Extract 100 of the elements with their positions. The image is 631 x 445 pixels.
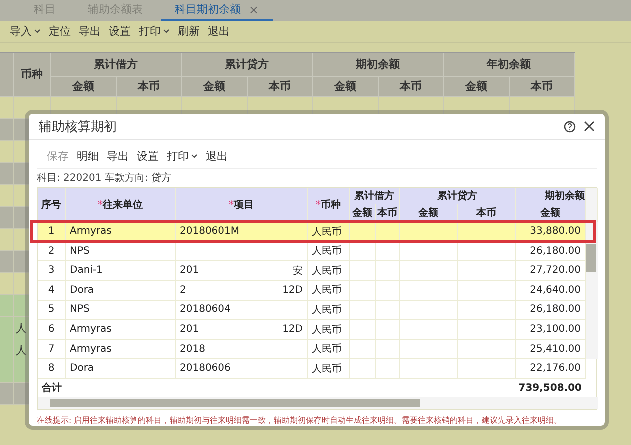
toolbar-button[interactable]: 导入 xyxy=(10,24,41,39)
table-cell xyxy=(376,242,400,262)
header-cell: 本币 xyxy=(378,77,444,97)
cell-text: 2 xyxy=(180,284,186,296)
table-cell: NPS xyxy=(66,242,176,262)
table-cell xyxy=(458,281,516,301)
table-cell: 人民币 xyxy=(308,300,350,320)
table-cell: 6 xyxy=(38,320,66,340)
table-cell: Armyras xyxy=(66,320,176,340)
table-cell: NPS xyxy=(66,300,176,320)
table-cell: 人民币 xyxy=(308,261,350,282)
table-cell xyxy=(458,359,516,379)
header-cell: 本币 xyxy=(510,77,575,97)
table-cell xyxy=(458,300,516,320)
table-cell: Armyras xyxy=(66,340,176,360)
table-cell xyxy=(350,261,376,282)
dialog-title: 辅助核算期初 xyxy=(39,118,117,136)
header-cell: 累计贷方 xyxy=(182,53,313,77)
cell-text: 201 xyxy=(180,324,200,336)
table-cell: 24,640.00 xyxy=(516,281,586,301)
toolbar-button[interactable]: 设置 xyxy=(137,149,159,164)
header-cell: 币种 xyxy=(14,53,51,97)
table-cell xyxy=(458,242,516,262)
table-cell: 25,410.00 xyxy=(516,340,586,360)
table-cell xyxy=(350,242,376,262)
required-mark: * xyxy=(229,200,234,211)
table-cell xyxy=(400,300,458,320)
header-cell: 本币 xyxy=(116,77,182,97)
column-header: 序号 xyxy=(38,188,66,222)
header-cell: 金额 xyxy=(313,77,378,97)
table-cell: Dora xyxy=(66,359,176,379)
table-cell: 人民币 xyxy=(308,340,350,360)
table-cell xyxy=(350,340,376,360)
table-cell: 22,176.00 xyxy=(516,359,586,379)
cell-text: 20180606 xyxy=(180,363,231,374)
table-cell xyxy=(400,340,458,360)
header-cell: 年初余额 xyxy=(444,53,575,77)
cell-text: 20180604 xyxy=(180,304,231,316)
cell-text: 2018 xyxy=(180,344,206,355)
column-header: 累计贷方 xyxy=(400,188,516,204)
subject-info: 科目: 220201 车款方向: 贷方 xyxy=(37,172,172,186)
toolbar-button[interactable]: 导出 xyxy=(79,24,101,39)
cell-text: 安 xyxy=(293,264,303,278)
table-cell xyxy=(458,340,516,360)
table-cell: 26,180.00 xyxy=(516,242,586,262)
caret-icon xyxy=(191,154,198,160)
table-cell: Dora xyxy=(66,281,176,301)
header-cell: 金额 xyxy=(51,77,116,97)
toolbar-button[interactable]: 导出 xyxy=(107,149,129,164)
table-cell xyxy=(376,320,400,340)
table-cell: 26,180.00 xyxy=(516,300,586,320)
table-cell: 人民币 xyxy=(308,359,350,379)
cell-text: 12D xyxy=(282,324,303,336)
header-cell: 本币 xyxy=(248,77,313,97)
horizontal-scrollbar[interactable] xyxy=(38,397,598,409)
table-cell xyxy=(400,281,458,301)
toolbar-button[interactable]: 设置 xyxy=(109,24,131,39)
table-cell xyxy=(376,340,400,360)
table-cell: 23,100.00 xyxy=(516,320,586,340)
table-cell: 人民币 xyxy=(308,242,350,262)
toolbar-button[interactable]: 退出 xyxy=(208,24,230,39)
table-cell xyxy=(376,300,400,320)
table-cell: 2 xyxy=(38,242,66,262)
vertical-scrollbar[interactable] xyxy=(586,222,598,360)
table-cell xyxy=(350,359,376,379)
table-cell: 人民币 xyxy=(308,281,350,301)
table-cell xyxy=(376,281,400,301)
table-cell: 27,720.00 xyxy=(516,261,586,282)
column-header: 累计借方 xyxy=(350,188,400,204)
table-cell xyxy=(458,261,516,282)
header-cell: 期初余额 xyxy=(313,53,444,77)
table-cell: 7 xyxy=(38,340,66,360)
toolbar-button[interactable]: 刷新 xyxy=(178,24,200,39)
close-icon[interactable] xyxy=(584,121,595,132)
table-cell xyxy=(400,359,458,379)
required-mark: * xyxy=(98,200,103,211)
toolbar-button[interactable]: 打印 xyxy=(167,149,198,164)
column-label: 往来单位 xyxy=(103,198,143,212)
tab-label: 科目期初余额 xyxy=(175,2,241,17)
table-cell xyxy=(458,320,516,340)
table-cell xyxy=(400,261,458,282)
column-label: 项目 xyxy=(234,199,254,212)
required-mark: * xyxy=(316,200,321,211)
table-cell xyxy=(376,261,400,282)
table-cell: 4 xyxy=(38,281,66,301)
cell-text: 20180601M xyxy=(180,226,240,238)
total-value: 739,508.00 xyxy=(518,382,583,396)
toolbar-button[interactable]: 定位 xyxy=(49,24,71,39)
toolbar-button[interactable]: 明细 xyxy=(77,149,99,164)
cell-text: 201 xyxy=(180,265,200,276)
table-cell xyxy=(400,320,458,340)
header-cell: 累计借方 xyxy=(51,53,182,77)
help-icon[interactable] xyxy=(564,120,576,133)
toolbar-button[interactable]: 打印 xyxy=(139,24,170,39)
toolbar-button[interactable]: 退出 xyxy=(206,149,228,164)
total-label: 合计 xyxy=(41,382,63,396)
table-cell: 人民币 xyxy=(308,320,350,340)
table-cell: 8 xyxy=(38,359,66,379)
table-cell: 3 xyxy=(38,261,66,282)
table-cell: 5 xyxy=(38,300,66,320)
